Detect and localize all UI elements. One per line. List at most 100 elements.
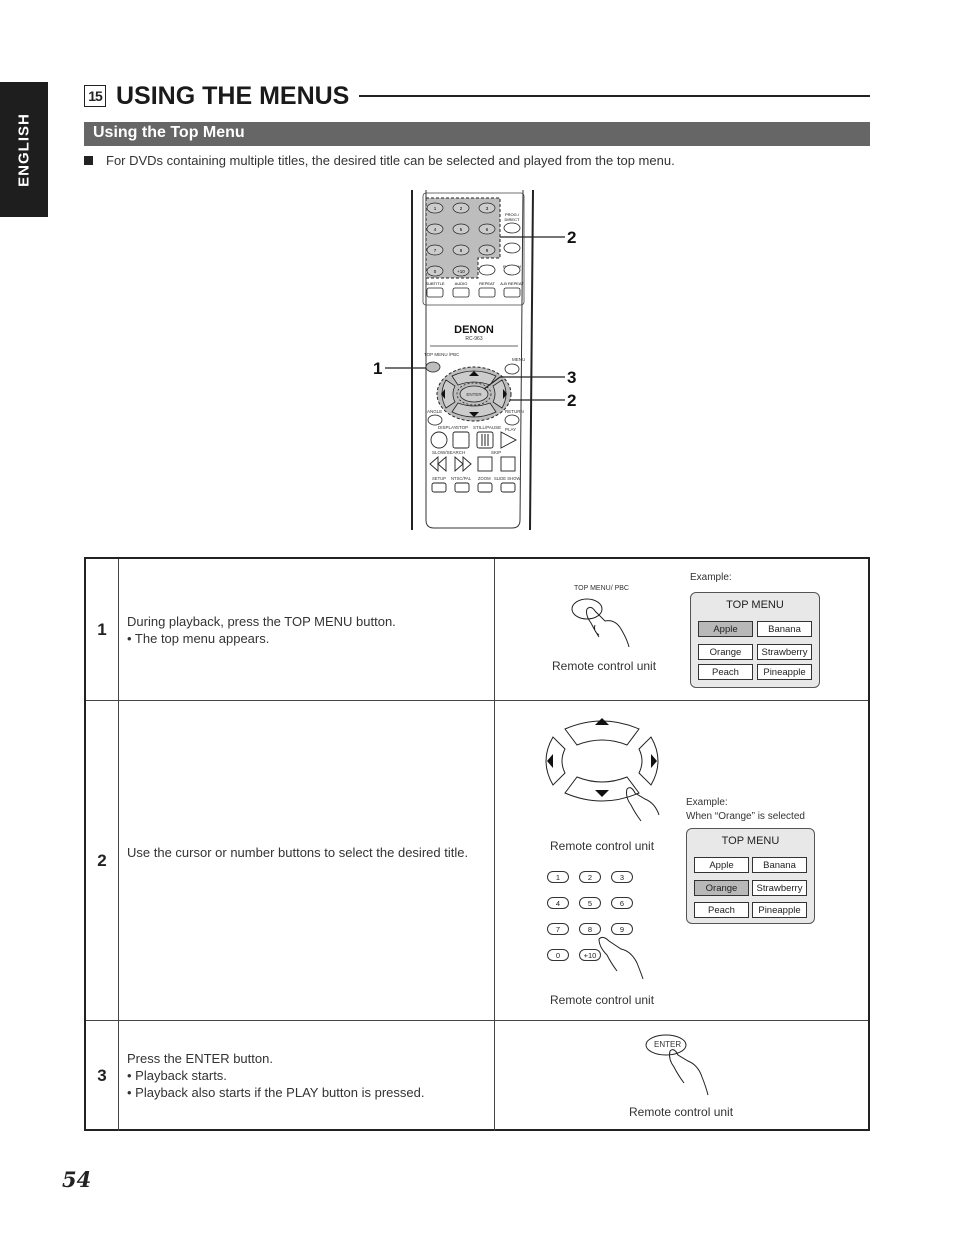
remote-side-key xyxy=(503,242,521,254)
step-instructions: During playback, press the TOP MENU butt… xyxy=(127,613,485,647)
menu-item-apple[interactable]: Apple xyxy=(694,857,749,873)
step-line: • The top menu appears. xyxy=(127,631,270,646)
page-number: 54 xyxy=(62,1167,92,1192)
top-menu-label: TOP MENU /PBC xyxy=(424,352,460,357)
top-menu-example: TOP MENU Apple Banana Orange Strawberry … xyxy=(690,592,820,688)
step-number: 3 xyxy=(86,1021,119,1131)
remote-illustration: 1234567890+10 PROG./DIRECTCALLCLEARRANDO… xyxy=(373,189,576,531)
top-menu-example: TOP MENU Apple Banana Orange Strawberry … xyxy=(686,828,815,924)
stop-label: STOP xyxy=(456,425,468,430)
subsection-title: Using the Top Menu xyxy=(93,124,245,141)
slow-search-label: SLOW/SEARCH xyxy=(432,450,465,455)
remote-side-key xyxy=(478,264,496,276)
remote-row-key xyxy=(503,287,521,298)
menu-item-orange[interactable]: Orange xyxy=(698,644,753,660)
top-menu-button xyxy=(425,361,441,373)
callout-2-bottom: 2 xyxy=(567,391,576,410)
intro-text: For DVDs containing multiple titles, the… xyxy=(106,153,675,168)
keypad-button[interactable]: 5 xyxy=(579,897,601,909)
section-number-badge: 15 xyxy=(84,85,106,107)
step-instructions: Press the ENTER button. • Playback start… xyxy=(127,1050,485,1101)
menu-item-banana[interactable]: Banana xyxy=(757,621,812,637)
step-figure: ENTER Remote control unit xyxy=(495,1021,868,1131)
remote-model: RC-963 xyxy=(465,336,482,342)
callout-1: 1 xyxy=(373,359,382,378)
example-label: Example: xyxy=(690,572,732,583)
menu-item-strawberry[interactable]: Strawberry xyxy=(752,880,807,896)
section-header: 15 USING THE MENUS xyxy=(84,80,870,112)
remote-row-key xyxy=(426,287,444,298)
step-number: 2 xyxy=(86,701,119,1020)
svg-text:DIRECT: DIRECT xyxy=(505,217,520,222)
example-note: When “Orange” is selected xyxy=(686,811,805,822)
step-figure: TOP MENU/ PBC Remote control unit Exampl… xyxy=(495,559,868,700)
menu-item-pineapple[interactable]: Pineapple xyxy=(752,902,807,918)
remote-row-key xyxy=(478,287,496,298)
keypad-button[interactable]: 0 xyxy=(547,949,569,961)
still-pause-label: STILL/PAUSE xyxy=(473,425,501,430)
remote-row-key-label: REPEAT xyxy=(479,281,495,286)
menu-title: TOP MENU xyxy=(726,599,784,611)
setup-label: SETUP xyxy=(432,476,446,481)
remote-side-key xyxy=(503,222,521,234)
step-row: 3 Press the ENTER button. • Playback sta… xyxy=(86,1021,868,1131)
cursor-pad-icon xyxy=(545,718,660,822)
slide-show-label: SLIDE SHOW xyxy=(494,476,520,481)
zoom-label: ZOOM xyxy=(478,476,491,481)
enter-label: ENTER xyxy=(466,392,482,397)
remote-row-key-label: AUDIO xyxy=(455,281,468,286)
step-line: Press the ENTER button. xyxy=(127,1051,273,1066)
menu-item-peach[interactable]: Peach xyxy=(698,664,753,680)
keypad-button[interactable]: 7 xyxy=(547,923,569,935)
ntsc-pal-label: NTSC/PAL xyxy=(451,476,472,481)
keypad-button[interactable]: 3 xyxy=(611,871,633,883)
keypad-button[interactable]: 6 xyxy=(611,897,633,909)
caption-cursor: Remote control unit xyxy=(550,839,655,853)
angle-label: ANGLE xyxy=(427,409,442,414)
steps-table: 1 During playback, press the TOP MENU bu… xyxy=(84,557,870,1131)
keypad-button[interactable]: 2 xyxy=(579,871,601,883)
title-rule xyxy=(359,95,870,97)
remote-control-diagram: 1234567890+10 PROG./DIRECTCALLCLEARRANDO… xyxy=(360,189,600,535)
menu-button xyxy=(504,363,520,375)
subsection-bar: Using the Top Menu xyxy=(84,122,870,146)
step-line: Use the cursor or number buttons to sele… xyxy=(127,845,469,860)
step-row: 2 Use the cursor or number buttons to se… xyxy=(86,701,868,1021)
remote-side-key xyxy=(503,264,521,276)
language-label: ENGLISH xyxy=(15,112,33,187)
step-row: 1 During playback, press the TOP MENU bu… xyxy=(86,559,868,701)
step-line: • Playback starts. xyxy=(127,1068,227,1083)
menu-item-banana[interactable]: Banana xyxy=(752,857,807,873)
remote-row-key-label: A-B REPEAT xyxy=(500,281,524,286)
display-label: DISPLAY xyxy=(438,425,457,430)
return-label: RETURN xyxy=(505,409,524,414)
finger-pressing-button-icon xyxy=(571,598,630,648)
menu-item-pineapple[interactable]: Pineapple xyxy=(757,664,812,680)
remote-row-key-label: SUBTITLE xyxy=(425,281,444,286)
step-instructions: Use the cursor or number buttons to sele… xyxy=(127,844,485,861)
step-number: 1 xyxy=(86,559,119,700)
remote-brand: DENON xyxy=(454,324,494,336)
play-label: PLAY xyxy=(505,427,516,432)
menu-item-orange[interactable]: Orange xyxy=(694,880,749,896)
enter-button-label: ENTER xyxy=(654,1040,682,1049)
caption-remote: Remote control unit xyxy=(552,659,657,673)
menu-label: MENU xyxy=(512,357,525,362)
keypad-button[interactable]: 1 xyxy=(547,871,569,883)
menu-item-strawberry[interactable]: Strawberry xyxy=(757,644,812,660)
intro-paragraph: For DVDs containing multiple titles, the… xyxy=(84,153,675,168)
caption-keypad: Remote control unit xyxy=(550,993,655,1007)
skip-label: SKIP xyxy=(491,450,501,455)
keypad-button[interactable]: 4 xyxy=(547,897,569,909)
page-title: USING THE MENUS xyxy=(116,81,350,110)
step-line: During playback, press the TOP MENU butt… xyxy=(127,614,396,629)
menu-item-apple[interactable]: Apple xyxy=(698,621,753,637)
callout-2-top: 2 xyxy=(567,228,576,247)
caption-remote: Remote control unit xyxy=(629,1105,734,1119)
menu-item-peach[interactable]: Peach xyxy=(694,902,749,918)
square-bullet-icon xyxy=(84,156,93,165)
example-label: Example: xyxy=(686,797,728,808)
menu-title: TOP MENU xyxy=(721,835,780,847)
step-line: • Playback also starts if the PLAY butto… xyxy=(127,1085,425,1100)
step-figure: Remote control unit 1 2 3 4 5 6 7 8 9 0 +10 Remote… xyxy=(495,701,868,1020)
